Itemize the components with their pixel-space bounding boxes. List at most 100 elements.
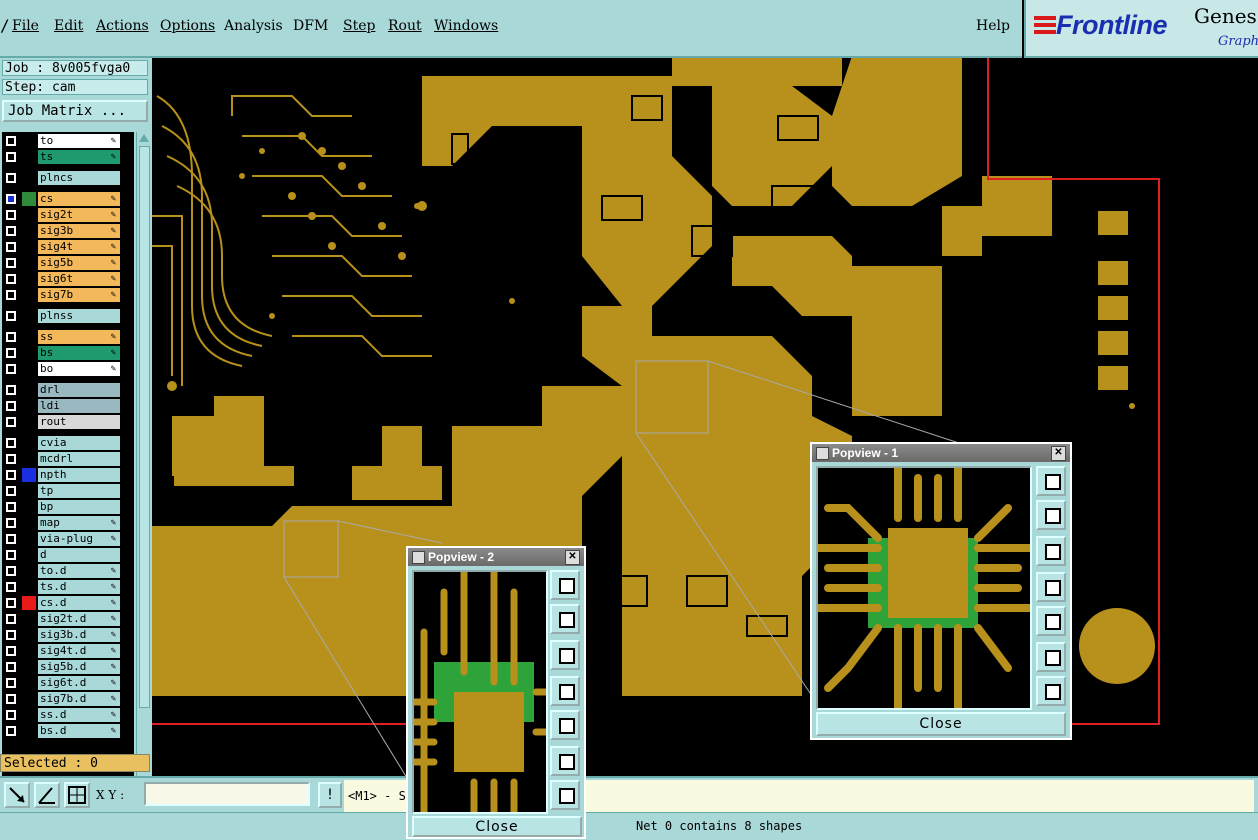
layer-color-swatch[interactable]: [22, 150, 36, 164]
layer-row-ts[interactable]: ts ✎: [2, 150, 124, 164]
popview-2-fit-button[interactable]: [550, 570, 580, 600]
layer-color-swatch[interactable]: [22, 208, 36, 222]
grid-tool-button[interactable]: [64, 782, 90, 808]
layer-checkbox[interactable]: [6, 194, 16, 204]
popview-1-fit-button[interactable]: [1036, 466, 1066, 496]
measure-tool-button[interactable]: [4, 782, 30, 808]
layer-checkbox[interactable]: [6, 630, 16, 640]
layer-name[interactable]: bo ✎: [38, 362, 120, 376]
layer-name[interactable]: sig3b.d ✎: [38, 628, 120, 642]
popview-2-close-button[interactable]: Close: [412, 816, 582, 837]
layer-color-swatch[interactable]: [22, 272, 36, 286]
menu-dfm[interactable]: DFM: [293, 18, 328, 34]
layer-checkbox[interactable]: [6, 710, 16, 720]
layer-row-plncs[interactable]: plncs: [2, 171, 124, 185]
layer-checkbox[interactable]: [6, 348, 16, 358]
menu-windows[interactable]: Windows: [434, 18, 498, 34]
layer-row-tp[interactable]: tp: [2, 484, 124, 498]
layer-color-swatch[interactable]: [22, 644, 36, 658]
layer-name[interactable]: drl: [38, 383, 120, 397]
layer-checkbox[interactable]: [6, 726, 16, 736]
layer-color-swatch[interactable]: [22, 134, 36, 148]
popview-1-view[interactable]: [816, 466, 1032, 710]
layer-checkbox[interactable]: [6, 417, 16, 427]
layer-color-swatch[interactable]: [22, 580, 36, 594]
layer-name[interactable]: bs ✎: [38, 346, 120, 360]
layer-row-sig6t[interactable]: sig6t ✎: [2, 272, 124, 286]
layer-name[interactable]: sig6t.d ✎: [38, 676, 120, 690]
menu-step[interactable]: Step: [343, 18, 375, 34]
layer-row-to.d[interactable]: to.d ✎: [2, 564, 124, 578]
layer-checkbox[interactable]: [6, 242, 16, 252]
layer-color-swatch[interactable]: [22, 192, 36, 206]
layer-row-bo[interactable]: bo ✎: [2, 362, 124, 376]
layer-color-swatch[interactable]: [22, 171, 36, 185]
layer-row-sig5b[interactable]: sig5b ✎: [2, 256, 124, 270]
job-matrix-button[interactable]: Job Matrix ...: [2, 100, 148, 122]
layer-row-sig4t[interactable]: sig4t ✎: [2, 240, 124, 254]
layer-name[interactable]: cvia: [38, 436, 120, 450]
layer-checkbox[interactable]: [6, 385, 16, 395]
layer-checkbox[interactable]: [6, 274, 16, 284]
layer-color-swatch[interactable]: [22, 415, 36, 429]
layer-row-d[interactable]: d: [2, 548, 124, 562]
layer-row-sig3b[interactable]: sig3b ✎: [2, 224, 124, 238]
layer-name[interactable]: sig6t ✎: [38, 272, 120, 286]
layer-name[interactable]: sig4t.d ✎: [38, 644, 120, 658]
layer-name[interactable]: cs ✎: [38, 192, 120, 206]
popview-2-pan-up-button[interactable]: [550, 604, 580, 634]
layer-name[interactable]: sig4t ✎: [38, 240, 120, 254]
menu-actions[interactable]: Actions: [96, 18, 149, 34]
layer-name[interactable]: mcdrl: [38, 452, 120, 466]
layer-name[interactable]: d: [38, 548, 120, 562]
layer-row-ts.d[interactable]: ts.d ✎: [2, 580, 124, 594]
layer-checkbox[interactable]: [6, 173, 16, 183]
popview-1-pan-up-button[interactable]: [1036, 500, 1066, 530]
popview-2-pan-left-button[interactable]: [550, 676, 580, 706]
layer-checkbox[interactable]: [6, 518, 16, 528]
scroll-up-icon[interactable]: [139, 134, 149, 142]
layer-color-swatch[interactable]: [22, 548, 36, 562]
layer-row-cs.d[interactable]: cs.d ✎: [2, 596, 124, 610]
layer-color-swatch[interactable]: [22, 346, 36, 360]
layer-color-swatch[interactable]: [22, 708, 36, 722]
layer-color-swatch[interactable]: [22, 660, 36, 674]
layer-row-map[interactable]: map ✎: [2, 516, 124, 530]
layer-checkbox[interactable]: [6, 566, 16, 576]
popview-2-view[interactable]: [412, 570, 548, 814]
close-icon[interactable]: ✕: [1051, 446, 1066, 461]
layer-row-sig7b.d[interactable]: sig7b.d ✎: [2, 692, 124, 706]
layer-color-swatch[interactable]: [22, 256, 36, 270]
layer-row-ss[interactable]: ss ✎: [2, 330, 124, 344]
layer-color-swatch[interactable]: [22, 628, 36, 642]
layer-row-bp[interactable]: bp: [2, 500, 124, 514]
layer-checkbox[interactable]: [6, 311, 16, 321]
layer-name[interactable]: to ✎: [38, 134, 120, 148]
layer-checkbox[interactable]: [6, 582, 16, 592]
popview-1-zoom-in-button[interactable]: [1036, 642, 1066, 672]
popview-1-pan-down-button[interactable]: [1036, 536, 1066, 566]
layer-row-sig4t.d[interactable]: sig4t.d ✎: [2, 644, 124, 658]
layer-name[interactable]: rout: [38, 415, 120, 429]
layer-name[interactable]: plnss: [38, 309, 120, 323]
layer-color-swatch[interactable]: [22, 516, 36, 530]
menu-file[interactable]: File: [12, 18, 39, 34]
layer-checkbox[interactable]: [6, 152, 16, 162]
layer-color-swatch[interactable]: [22, 362, 36, 376]
popview-2-zoom-in-button[interactable]: [550, 746, 580, 776]
layer-color-swatch[interactable]: [22, 224, 36, 238]
popview-2-zoom-out-button[interactable]: [550, 780, 580, 810]
layer-checkbox[interactable]: [6, 502, 16, 512]
layer-checkbox[interactable]: [6, 646, 16, 656]
layer-checkbox[interactable]: [6, 534, 16, 544]
layer-row-plnss[interactable]: plnss: [2, 309, 124, 323]
layer-checkbox[interactable]: [6, 470, 16, 480]
popview-2-pan-right-button[interactable]: [550, 710, 580, 740]
layer-checkbox[interactable]: [6, 662, 16, 672]
scroll-thumb[interactable]: [139, 146, 150, 708]
layer-name[interactable]: via-plug ✎: [38, 532, 120, 546]
layer-name[interactable]: cs.d ✎: [38, 596, 120, 610]
layer-color-swatch[interactable]: [22, 676, 36, 690]
layer-color-swatch[interactable]: [22, 330, 36, 344]
layer-row-cvia[interactable]: cvia: [2, 436, 124, 450]
